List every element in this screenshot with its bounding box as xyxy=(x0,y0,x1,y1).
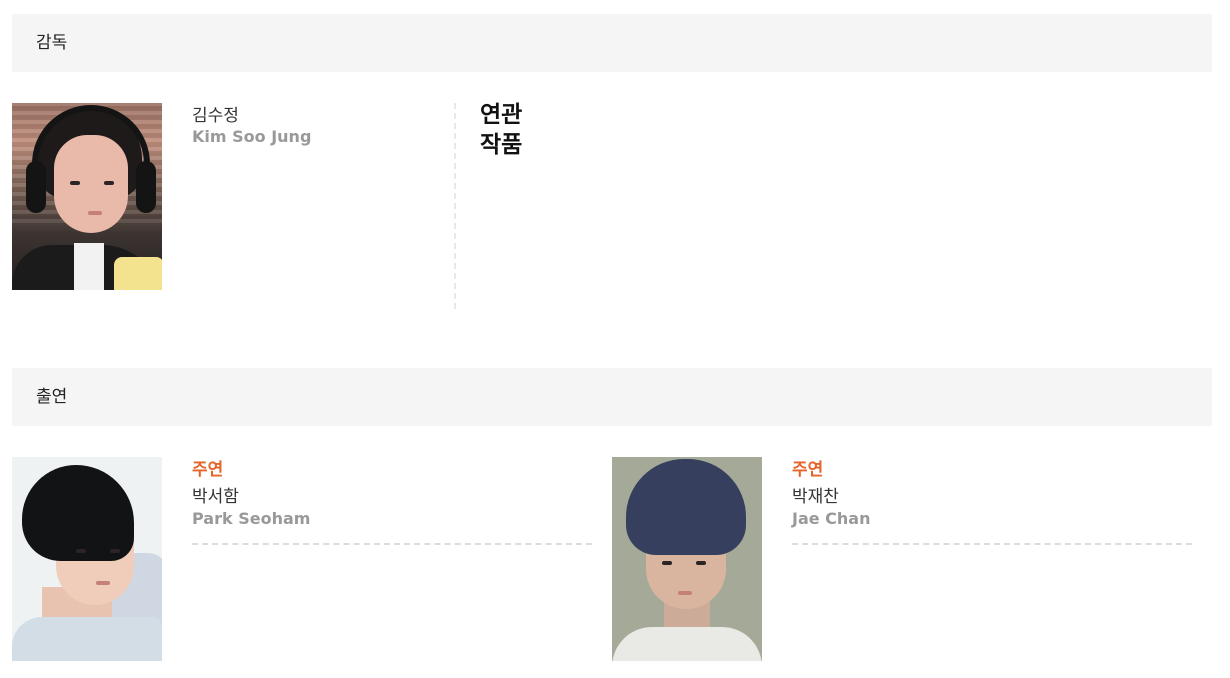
section-header-cast: 출연 xyxy=(12,368,1212,426)
photo-cup xyxy=(114,257,162,290)
photo-eye xyxy=(662,561,672,565)
cast-divider xyxy=(792,543,1192,545)
cast-name-en: Park Seoham xyxy=(192,509,311,528)
photo-shirt xyxy=(74,243,104,290)
related-works-title: 연관 작품 xyxy=(480,102,523,158)
cast-name-ko[interactable]: 박재찬 xyxy=(792,486,839,508)
director-name-en: Kim Soo Jung xyxy=(192,127,312,146)
section-header-director: 감독 xyxy=(12,14,1212,72)
photo-shirt xyxy=(12,617,162,661)
column-divider xyxy=(454,103,456,309)
cast-photo[interactable] xyxy=(12,457,162,661)
photo-hair xyxy=(22,465,134,561)
section-title-director: 감독 xyxy=(36,33,68,53)
photo-shirt xyxy=(612,627,762,661)
headphone-cup xyxy=(136,161,156,213)
cast-name-ko[interactable]: 박서함 xyxy=(192,486,239,508)
cast-role: 주연 xyxy=(192,460,224,480)
photo-hair xyxy=(626,459,746,555)
photo-mouth xyxy=(88,211,102,215)
photo-eye xyxy=(76,549,86,553)
photo-mouth xyxy=(678,591,692,595)
photo-eye xyxy=(110,549,120,553)
photo-mouth xyxy=(96,581,110,585)
cast-role: 주연 xyxy=(792,460,824,480)
cast-name-en: Jae Chan xyxy=(792,509,871,528)
cast-divider xyxy=(192,543,592,545)
photo-eye xyxy=(696,561,706,565)
director-photo[interactable] xyxy=(12,103,162,290)
cast-photo[interactable] xyxy=(612,457,762,661)
headphone-cup xyxy=(26,161,46,213)
director-name-ko[interactable]: 김수정 xyxy=(192,105,239,127)
section-title-cast: 출연 xyxy=(36,387,68,407)
